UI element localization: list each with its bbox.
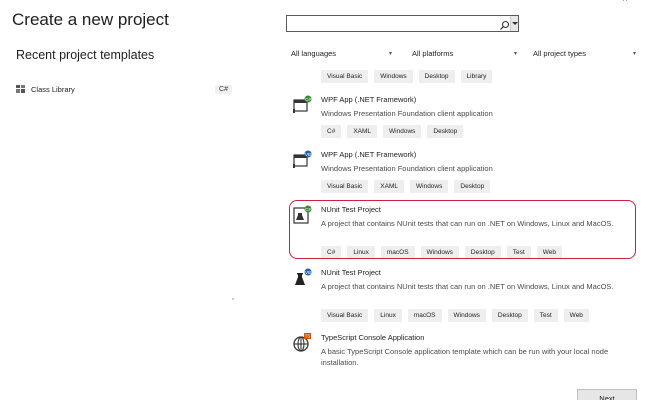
tag: XAML xyxy=(347,125,378,138)
template-wpf-app-csharp[interactable]: C# WPF App (.NET Framework) Windows Pres… xyxy=(286,95,638,143)
tag: Test xyxy=(533,309,558,322)
platform-filter-label: All platforms xyxy=(412,48,454,58)
template-name: NUnit Test Project xyxy=(321,205,381,214)
template-nunit-test-vb[interactable]: VB NUnit Test Project A project that con… xyxy=(286,268,638,322)
template-typescript-console[interactable]: TS TypeScript Console Application A basi… xyxy=(286,333,638,368)
recent-templates-heading: Recent project templates xyxy=(16,48,155,62)
globe-icon: TS xyxy=(292,333,312,353)
tag: XAML xyxy=(374,180,404,193)
recent-template-label: Class Library xyxy=(31,84,75,94)
tag: Desktop xyxy=(464,246,501,259)
tag: Linux xyxy=(374,309,402,322)
template-wpf-app-vb[interactable]: VB WPF App (.NET Framework) Windows Pres… xyxy=(286,150,638,198)
tag: Visual Basic xyxy=(321,70,369,83)
platform-filter[interactable]: All platforms ▾ xyxy=(412,46,517,60)
tag: Desktop xyxy=(418,70,455,83)
search-input[interactable] xyxy=(289,17,494,30)
tag-row: C# XAML Windows Desktop xyxy=(321,125,464,138)
next-button[interactable]: Next xyxy=(577,389,637,400)
project-type-filter-label: All project types xyxy=(533,48,586,58)
svg-text:C#: C# xyxy=(305,207,311,212)
template-name: WPF App (.NET Framework) xyxy=(321,95,417,104)
tag: Web xyxy=(536,246,562,259)
template-name: WPF App (.NET Framework) xyxy=(321,150,417,159)
tag: Library xyxy=(460,70,493,83)
tag: macOS xyxy=(380,246,415,259)
template-description: Windows Presentation Foundation client a… xyxy=(321,164,493,173)
tag: Windows xyxy=(447,309,486,322)
template-name: TypeScript Console Application xyxy=(321,333,425,342)
svg-text:TS: TS xyxy=(305,334,311,339)
template-description: A project that contains NUnit tests that… xyxy=(321,219,614,228)
template-search-box[interactable] xyxy=(286,15,519,32)
tag: Test xyxy=(506,246,531,259)
template-name: NUnit Test Project xyxy=(321,268,381,277)
tag: Web xyxy=(563,309,589,322)
template-description: A basic TypeScript Console application t… xyxy=(321,347,609,367)
page-title: Create a new project xyxy=(12,10,169,29)
tag-row: Visual Basic XAML Windows Desktop xyxy=(321,180,491,193)
recent-template-class-library[interactable]: Class Library C# xyxy=(16,82,232,96)
template-item[interactable]: Visual Basic Windows Desktop Library xyxy=(286,70,638,84)
tag: Windows xyxy=(383,125,422,138)
language-filter-label: All languages xyxy=(291,48,337,58)
template-list[interactable]: Visual Basic Windows Desktop Library C# … xyxy=(286,68,638,368)
template-description: A project that contains NUnit tests that… xyxy=(321,282,614,291)
tag-row: Visual Basic Linux macOS Windows Desktop… xyxy=(321,309,589,322)
tag: Windows xyxy=(420,246,459,259)
template-nunit-test-csharp[interactable]: C# NUnit Test Project A project that con… xyxy=(286,205,638,259)
window-controls[interactable]: – × xyxy=(586,0,642,5)
tag: C# xyxy=(321,125,342,138)
wpf-app-icon: C# xyxy=(292,95,312,115)
tag: Desktop xyxy=(491,309,528,322)
tag: Windows xyxy=(374,70,413,83)
nunit-test-icon: C# xyxy=(292,205,312,225)
tag: Visual Basic xyxy=(321,309,369,322)
svg-text:VB: VB xyxy=(305,152,311,157)
tag-row: C# Linux macOS Windows Desktop Test Web xyxy=(321,246,562,259)
chevron-down-icon: ▾ xyxy=(513,50,517,57)
tag: Windows xyxy=(410,180,449,193)
project-type-filter[interactable]: All project types ▾ xyxy=(533,46,636,60)
tag: Desktop xyxy=(454,180,491,193)
wpf-app-icon: VB xyxy=(292,150,312,170)
tag: Desktop xyxy=(427,125,464,138)
search-icon[interactable] xyxy=(499,18,510,30)
nunit-test-icon: VB xyxy=(292,268,312,288)
chevron-down-icon: ▾ xyxy=(632,50,636,57)
class-library-icon xyxy=(16,85,25,93)
divider-dot xyxy=(232,298,234,300)
tag: Visual Basic xyxy=(321,180,369,193)
template-description: Windows Presentation Foundation client a… xyxy=(321,109,493,118)
tag: macOS xyxy=(407,309,442,322)
recent-template-language: C# xyxy=(215,84,232,94)
tag: Linux xyxy=(347,246,375,259)
svg-text:VB: VB xyxy=(305,270,311,275)
language-filter[interactable]: All languages ▾ xyxy=(291,46,392,60)
tag-row: Visual Basic Windows Desktop Library xyxy=(321,70,493,83)
chevron-down-icon: ▾ xyxy=(388,50,392,57)
svg-text:C#: C# xyxy=(305,97,311,102)
tag: C# xyxy=(321,246,342,259)
search-dropdown-button[interactable] xyxy=(510,16,518,31)
